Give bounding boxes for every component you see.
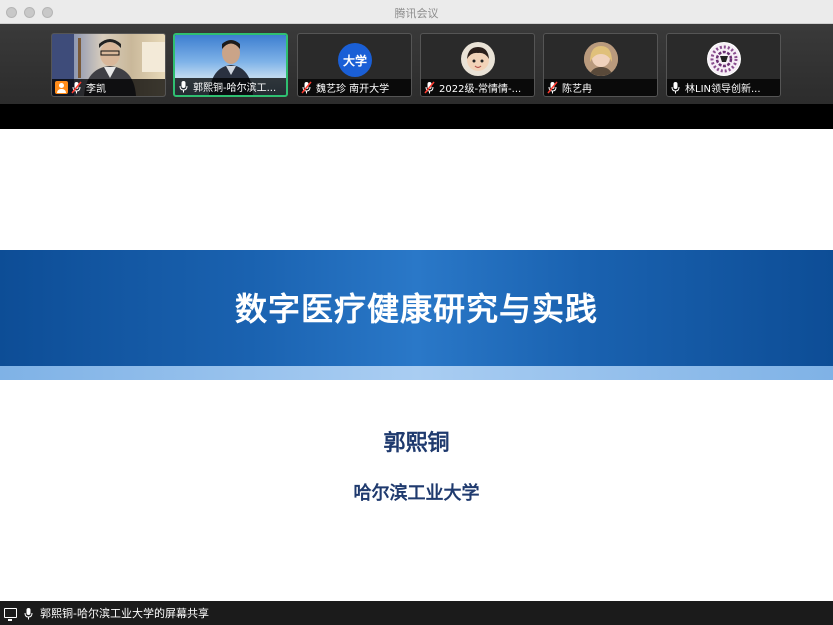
participant-name-bar: 郭熙铜-哈尔滨工... <box>175 78 286 95</box>
participant-avatar <box>707 42 741 76</box>
window-title: 腾讯会议 <box>394 7 439 20</box>
slide-author: 郭熙铜 <box>383 431 450 456</box>
mic-icon[interactable] <box>670 81 681 94</box>
mic-muted-icon[interactable] <box>301 81 312 94</box>
participant-avatar <box>584 42 618 76</box>
participant-tile[interactable]: 陈艺冉 <box>543 33 658 97</box>
screen-share-label: 郭熙铜-哈尔滨工业大学的屏幕共享 <box>40 607 209 620</box>
participant-tile[interactable]: 大学 魏艺珍 南开大学 <box>297 33 412 97</box>
mic-muted-icon[interactable] <box>424 81 435 94</box>
slide-title: 数字医疗健康研究与实践 <box>234 290 598 328</box>
participant-name-bar: 2022级-常情情-... <box>421 79 534 96</box>
participant-tile[interactable]: 林LIN领导创新... <box>666 33 781 97</box>
participant-name: 郭熙铜-哈尔滨工... <box>193 83 277 94</box>
slide-banner-accent <box>0 366 833 380</box>
mic-muted-icon[interactable] <box>71 81 82 94</box>
participant-name-bar: 魏艺珍 南开大学 <box>298 79 411 96</box>
participant-avatar: 大学 <box>338 43 372 77</box>
participant-strip: 李凯 郭熙铜-哈尔滨工... 大学 魏艺珍 南开大学 2022级-常情情-...… <box>0 24 833 104</box>
participant-name: 陈艺冉 <box>562 84 592 95</box>
mic-icon[interactable] <box>23 607 34 620</box>
shared-screen-slide: 数字医疗健康研究与实践 郭熙铜 哈尔滨工业大学 <box>0 129 833 601</box>
participant-name: 魏艺珍 南开大学 <box>316 84 390 95</box>
participant-name: 林LIN领导创新... <box>685 84 761 95</box>
mic-icon[interactable] <box>178 80 189 93</box>
participant-tile[interactable]: 李凯 <box>51 33 166 97</box>
mic-muted-icon[interactable] <box>547 81 558 94</box>
participant-name: 2022级-常情情-... <box>439 84 522 95</box>
slide-affiliation: 哈尔滨工业大学 <box>353 483 480 504</box>
screen-share-icon[interactable] <box>4 608 17 621</box>
participant-avatar <box>461 42 495 76</box>
participant-name-bar: 李凯 <box>52 79 165 96</box>
host-icon <box>55 81 68 94</box>
participant-name-bar: 陈艺冉 <box>544 79 657 96</box>
window-titlebar: 腾讯会议 <box>0 0 833 24</box>
screen-share-bar: 郭熙铜-哈尔滨工业大学的屏幕共享 <box>0 601 833 625</box>
participant-name-bar: 林LIN领导创新... <box>667 79 780 96</box>
participant-tile[interactable]: 2022级-常情情-... <box>420 33 535 97</box>
participant-tile-active[interactable]: 郭熙铜-哈尔滨工... <box>173 33 288 97</box>
strip-divider <box>0 104 833 129</box>
participant-name: 李凯 <box>86 84 106 95</box>
